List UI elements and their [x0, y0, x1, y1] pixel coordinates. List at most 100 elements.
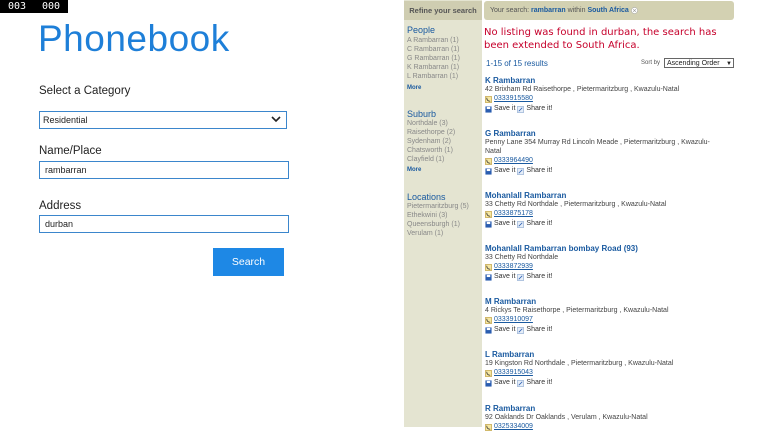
chevron-down-icon	[271, 116, 281, 123]
extended-search-notice: No listing was found in durban, the sear…	[484, 27, 717, 51]
share-it-link[interactable]: Share it!	[526, 378, 552, 388]
facet-people-more[interactable]: More	[407, 85, 421, 91]
result-phone[interactable]: 0333915580	[485, 94, 725, 104]
facet-suburb-item[interactable]: Sydenham (2)	[407, 138, 451, 145]
sort-value: Ascending Order	[667, 60, 720, 67]
your-search-region: South Africa	[587, 7, 629, 14]
refine-heading: Refine your search	[404, 1, 482, 20]
save-icon[interactable]	[485, 273, 492, 281]
result-phone-number: 0333915580	[494, 95, 533, 102]
save-it-link[interactable]: Save it	[494, 166, 515, 176]
result-address: 42 Brixham Rd Raisethorpe , Pietermaritz…	[485, 86, 680, 93]
facet-suburb-item[interactable]: Chatsworth (1)	[407, 147, 453, 154]
facet-suburb-item[interactable]: Northdale (3)	[407, 120, 448, 127]
facet-locations-item[interactable]: Queensburgh (1)	[407, 221, 460, 228]
result-name[interactable]: M Rambarran	[485, 297, 725, 306]
share-it-link[interactable]: Share it!	[526, 104, 552, 114]
save-icon[interactable]	[485, 326, 492, 334]
share-icon[interactable]	[517, 167, 525, 175]
your-search-within: within	[567, 7, 586, 14]
result-actions: Save it Share it!	[485, 166, 725, 176]
share-it-link[interactable]: Share it!	[526, 219, 552, 229]
save-it-link[interactable]: Save it	[494, 272, 515, 282]
result-phone-number: 0333915043	[494, 369, 533, 376]
sort-label: Sort by	[641, 60, 661, 66]
result-name[interactable]: G Rambarran	[485, 129, 725, 138]
facet-people-item[interactable]: C Rambarran (1)	[407, 46, 460, 53]
result-address: 4 Rickys Te Raisethorpe , Pietermaritzbu…	[485, 307, 669, 314]
facet-people-item[interactable]: A Rambarran (1)	[407, 37, 459, 44]
facet-suburb-item[interactable]: Raisethorpe (2)	[407, 129, 455, 136]
save-icon[interactable]	[485, 220, 492, 228]
result-phone[interactable]: 0333964490	[485, 156, 725, 166]
sort-select[interactable]: Ascending Order ▼	[664, 58, 734, 68]
result-phone[interactable]: 0333915043	[485, 368, 725, 378]
address-input[interactable]: durban	[39, 215, 289, 233]
save-it-link[interactable]: Save it	[494, 219, 515, 229]
your-search-prefix: Your search:	[490, 7, 530, 14]
phone-icon	[485, 263, 492, 271]
share-icon[interactable]	[517, 220, 525, 228]
result-name[interactable]: Mohanlall Rambarran bombay Road (93)	[485, 244, 725, 253]
share-it-link[interactable]: Share it!	[526, 166, 552, 176]
name-input[interactable]: rambarran	[39, 161, 289, 179]
result-phone-number: 0325334009	[494, 423, 533, 430]
result-phone-number: 0333964490	[494, 157, 533, 164]
category-select[interactable]: Residential	[39, 111, 287, 129]
facet-people-item[interactable]: L Rambarran (1)	[407, 73, 458, 80]
results-count: 1-15 of 15 results	[486, 59, 548, 68]
facet-locations-item[interactable]: Pietermaritzburg (5)	[407, 203, 469, 210]
result-actions: Save it Share it!	[485, 272, 725, 282]
facet-suburb-item[interactable]: Clayfield (1)	[407, 156, 444, 163]
save-it-link[interactable]: Save it	[494, 104, 515, 114]
result-phone[interactable]: 0333872939	[485, 262, 725, 272]
phone-icon	[485, 157, 492, 165]
result-address: 19 Kingston Rd Northdale , Pietermaritzb…	[485, 360, 674, 367]
save-it-link[interactable]: Save it	[494, 378, 515, 388]
facet-suburb-title: Suburb	[407, 109, 437, 119]
address-label: Address	[39, 200, 82, 212]
share-it-link[interactable]: Share it!	[526, 272, 552, 282]
share-icon[interactable]	[517, 326, 525, 334]
phone-icon	[485, 316, 492, 324]
result-name[interactable]: L Rambarran	[485, 350, 725, 359]
search-button[interactable]: Search	[213, 248, 284, 276]
save-icon[interactable]	[485, 105, 492, 113]
phone-icon	[485, 369, 492, 377]
share-it-link[interactable]: Share it!	[526, 325, 552, 335]
app-title: Phonebook	[38, 18, 230, 59]
facet-locations-item[interactable]: Ethekwini (3)	[407, 212, 447, 219]
facet-suburb-more[interactable]: More	[407, 167, 421, 173]
result-address: 33 Chetty Rd Northdale	[485, 254, 559, 261]
facet-people-title: People	[407, 25, 436, 35]
category-label: Select a Category	[39, 85, 131, 97]
save-it-link[interactable]: Save it	[494, 325, 515, 335]
result-address: Penny Lane 354 Murray Rd Lincoln Meade ,…	[485, 139, 710, 155]
result-phone-number: 0333910097	[494, 316, 533, 323]
dropdown-arrow-icon: ▼	[726, 61, 732, 67]
facet-locations-item[interactable]: Verulam (1)	[407, 230, 443, 237]
save-icon[interactable]	[485, 167, 492, 175]
result-name[interactable]: K Rambarran	[485, 76, 725, 85]
facet-people-item[interactable]: K Rambarran (1)	[407, 64, 459, 71]
result-phone[interactable]: 0333875178	[485, 209, 725, 219]
result-name[interactable]: Mohanlall Rambarran	[485, 191, 725, 200]
result-phone-number: 0333872939	[494, 263, 533, 270]
result-actions: Save it Share it!	[485, 104, 725, 114]
result-phone[interactable]: 0325334009	[485, 422, 725, 432]
result-item: M Rambarran 4 Rickys Te Raisethorpe , Pi…	[485, 297, 725, 335]
facet-locations-title: Locations	[407, 192, 446, 202]
facet-people-item[interactable]: G Rambarran (1)	[407, 55, 460, 62]
result-item: K Rambarran 42 Brixham Rd Raisethorpe , …	[485, 76, 725, 114]
share-icon[interactable]	[517, 105, 525, 113]
phone-icon	[485, 423, 492, 431]
result-phone[interactable]: 0333910097	[485, 315, 725, 325]
share-icon[interactable]	[517, 379, 525, 387]
remove-filter-icon[interactable]	[630, 6, 638, 14]
result-actions: Save it Share it!	[485, 219, 725, 229]
share-icon[interactable]	[517, 273, 525, 281]
category-value: Residential	[43, 115, 88, 125]
result-actions: Save it Share it!	[485, 378, 725, 388]
result-name[interactable]: R Rambarran	[485, 404, 725, 413]
save-icon[interactable]	[485, 379, 492, 387]
